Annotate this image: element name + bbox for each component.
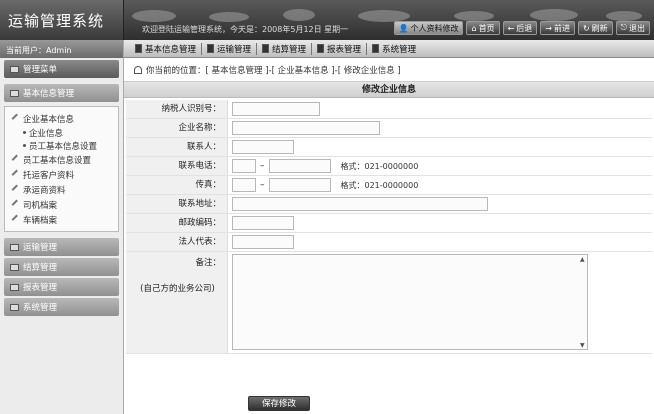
main-content: 你当前的位置：[ 基本信息管理 ]-[ 企业基本信息 ]-[ 修改企业信息 ] … [124,58,654,414]
bullet-icon [23,131,26,134]
header: 运输管理系统 欢迎登陆运输管理系统，今天是：2008年5月12日 星期一 👤 个人… [0,0,654,40]
phone-area-input[interactable] [232,159,256,173]
submenu-basic-info: 企业基本信息 企业信息 员工基本信息设置 员工基本信息设置 托运客户资料 承运商… [4,106,119,232]
row-phone: 联系电话： – 格式：021-0000000 [126,157,652,176]
user-icon: 👤 [398,23,409,33]
module-tab-reports[interactable]: 报表管理 [312,42,368,55]
document-icon [207,44,215,53]
back-icon: ← [507,23,515,33]
folder-icon [10,303,19,311]
dash: – [260,161,265,171]
fax-number-input[interactable] [268,178,331,192]
document-icon [372,44,380,53]
company-form: 纳税人识别号： 企业名称： 联系人： 联系电话： – 格式：021-000000… [126,100,652,354]
refresh-button[interactable]: ↻ 刷新 [577,21,613,35]
forward-button[interactable]: → 前进 [540,21,575,35]
menu-group-system[interactable]: 系统管理 [4,298,119,316]
wrench-icon [11,199,22,210]
tax-id-input[interactable] [232,102,320,116]
menu-group-settlement[interactable]: 结算管理 [4,258,119,276]
company-name-input[interactable] [232,121,380,135]
row-remark: 备注： (自己方的业务公司) ▲ ▼ [126,252,652,354]
sidebar-item-drivers[interactable]: 司机档案 [5,197,118,212]
welcome-text: 欢迎登陆运输管理系统，今天是：2008年5月12日 星期一 [142,25,349,34]
remark-label: 备注： [195,258,221,268]
button-row: 保存修改 [124,396,654,414]
document-icon [317,44,325,53]
remark-textarea[interactable]: ▲ ▼ [232,254,588,350]
folder-icon [10,283,19,291]
row-address: 联系地址： [126,195,652,214]
wrench-icon [11,214,22,225]
module-bar: 基本信息管理 运输管理 结算管理 报表管理 系统管理 [124,40,654,58]
document-icon [135,44,142,53]
refresh-icon: ↻ [582,23,590,33]
folder-icon [10,243,19,251]
exit-icon: ⎋ [620,23,627,32]
home-button[interactable]: ⌂ 首页 [466,21,500,35]
menu-group-reports[interactable]: 报表管理 [4,278,119,296]
wrench-icon [11,113,22,124]
phone-hint: 格式：021-0000000 [340,161,419,171]
app-title: 运输管理系统 [8,12,105,30]
row-contact: 联系人： [126,138,652,157]
remark-note: (自己方的业务公司) [140,284,215,294]
scroll-down-icon[interactable]: ▼ [580,342,586,349]
forward-icon: → [545,23,552,33]
top-nav: 👤 个人资料修改 ⌂ 首页 ← 后退 → 前进 ↻ 刷新 ⎋ 退出 [393,21,650,35]
scroll-up-icon[interactable]: ▲ [580,256,586,263]
row-tax-id: 纳税人识别号： [126,100,652,119]
menu-icon [10,65,19,73]
contact-input[interactable] [232,140,294,154]
menu-title: 管理菜单 [4,60,119,78]
sidebar: 当前用户：Admin 管理菜单 基本信息管理 企业基本信息 企业信息 员工基本信… [0,40,124,414]
row-zip: 邮政编码： [126,214,652,233]
wrench-icon [11,154,22,165]
menu-group-basic-info[interactable]: 基本信息管理 [4,84,119,102]
profile-button[interactable]: 👤 个人资料修改 [393,21,464,35]
module-tab-settlement[interactable]: 结算管理 [257,42,313,55]
home-icon: ⌂ [471,23,477,33]
sidebar-subitem-employee-settings[interactable]: 员工基本信息设置 [5,139,118,152]
fax-area-input[interactable] [232,178,256,192]
folder-icon [10,89,19,97]
wrench-icon [11,169,22,180]
row-company: 企业名称： [126,119,652,138]
legal-rep-input[interactable] [232,235,294,249]
sidebar-item-customers[interactable]: 托运客户资料 [5,167,118,182]
logo-area: 运输管理系统 [0,0,124,40]
location-icon [134,65,142,74]
current-user: 当前用户：Admin [0,40,123,58]
exit-button[interactable]: ⎋ 退出 [615,21,650,35]
dash: – [260,180,265,190]
fax-hint: 格式：021-0000000 [340,180,419,190]
bullet-icon [23,144,26,147]
sidebar-item-company-info[interactable]: 企业基本信息 [5,111,118,126]
zip-input[interactable] [232,216,294,230]
row-fax: 传真： – 格式：021-0000000 [126,176,652,195]
menu-group-transport[interactable]: 运输管理 [4,238,119,256]
back-button[interactable]: ← 后退 [502,21,538,35]
sidebar-subitem-company[interactable]: 企业信息 [5,126,118,139]
folder-icon [10,263,19,271]
phone-number-input[interactable] [268,159,331,173]
document-icon [262,44,270,53]
save-button[interactable]: 保存修改 [248,396,310,411]
wrench-icon [11,184,22,195]
sidebar-item-employee[interactable]: 员工基本信息设置 [5,152,118,167]
sidebar-item-carriers[interactable]: 承运商资料 [5,182,118,197]
sidebar-item-vehicles[interactable]: 车辆档案 [5,212,118,227]
address-input[interactable] [232,197,488,211]
module-tab-system[interactable]: 系统管理 [367,43,421,55]
module-tab-basic-info[interactable]: 基本信息管理 [130,42,203,55]
breadcrumb: 你当前的位置：[ 基本信息管理 ]-[ 企业基本信息 ]-[ 修改企业信息 ] [124,58,654,82]
row-legal: 法人代表： [126,233,652,252]
form-title: 修改企业信息 [124,82,654,98]
module-tab-transport[interactable]: 运输管理 [202,42,258,55]
